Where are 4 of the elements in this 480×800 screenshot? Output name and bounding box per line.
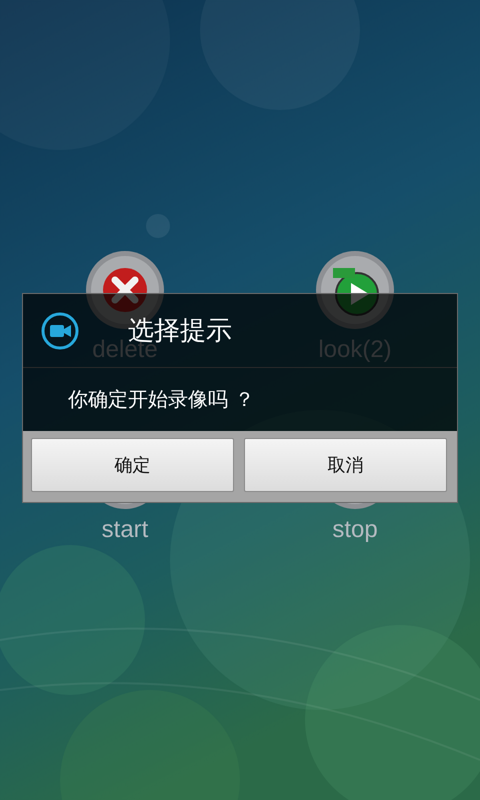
video-camera-icon [40,310,80,350]
dialog-button[interactable]: 确定 [31,438,234,492]
dialog-button[interactable]: 取消 [244,438,447,492]
dialog-message: 你确定开始录像吗 ？ [67,386,256,413]
